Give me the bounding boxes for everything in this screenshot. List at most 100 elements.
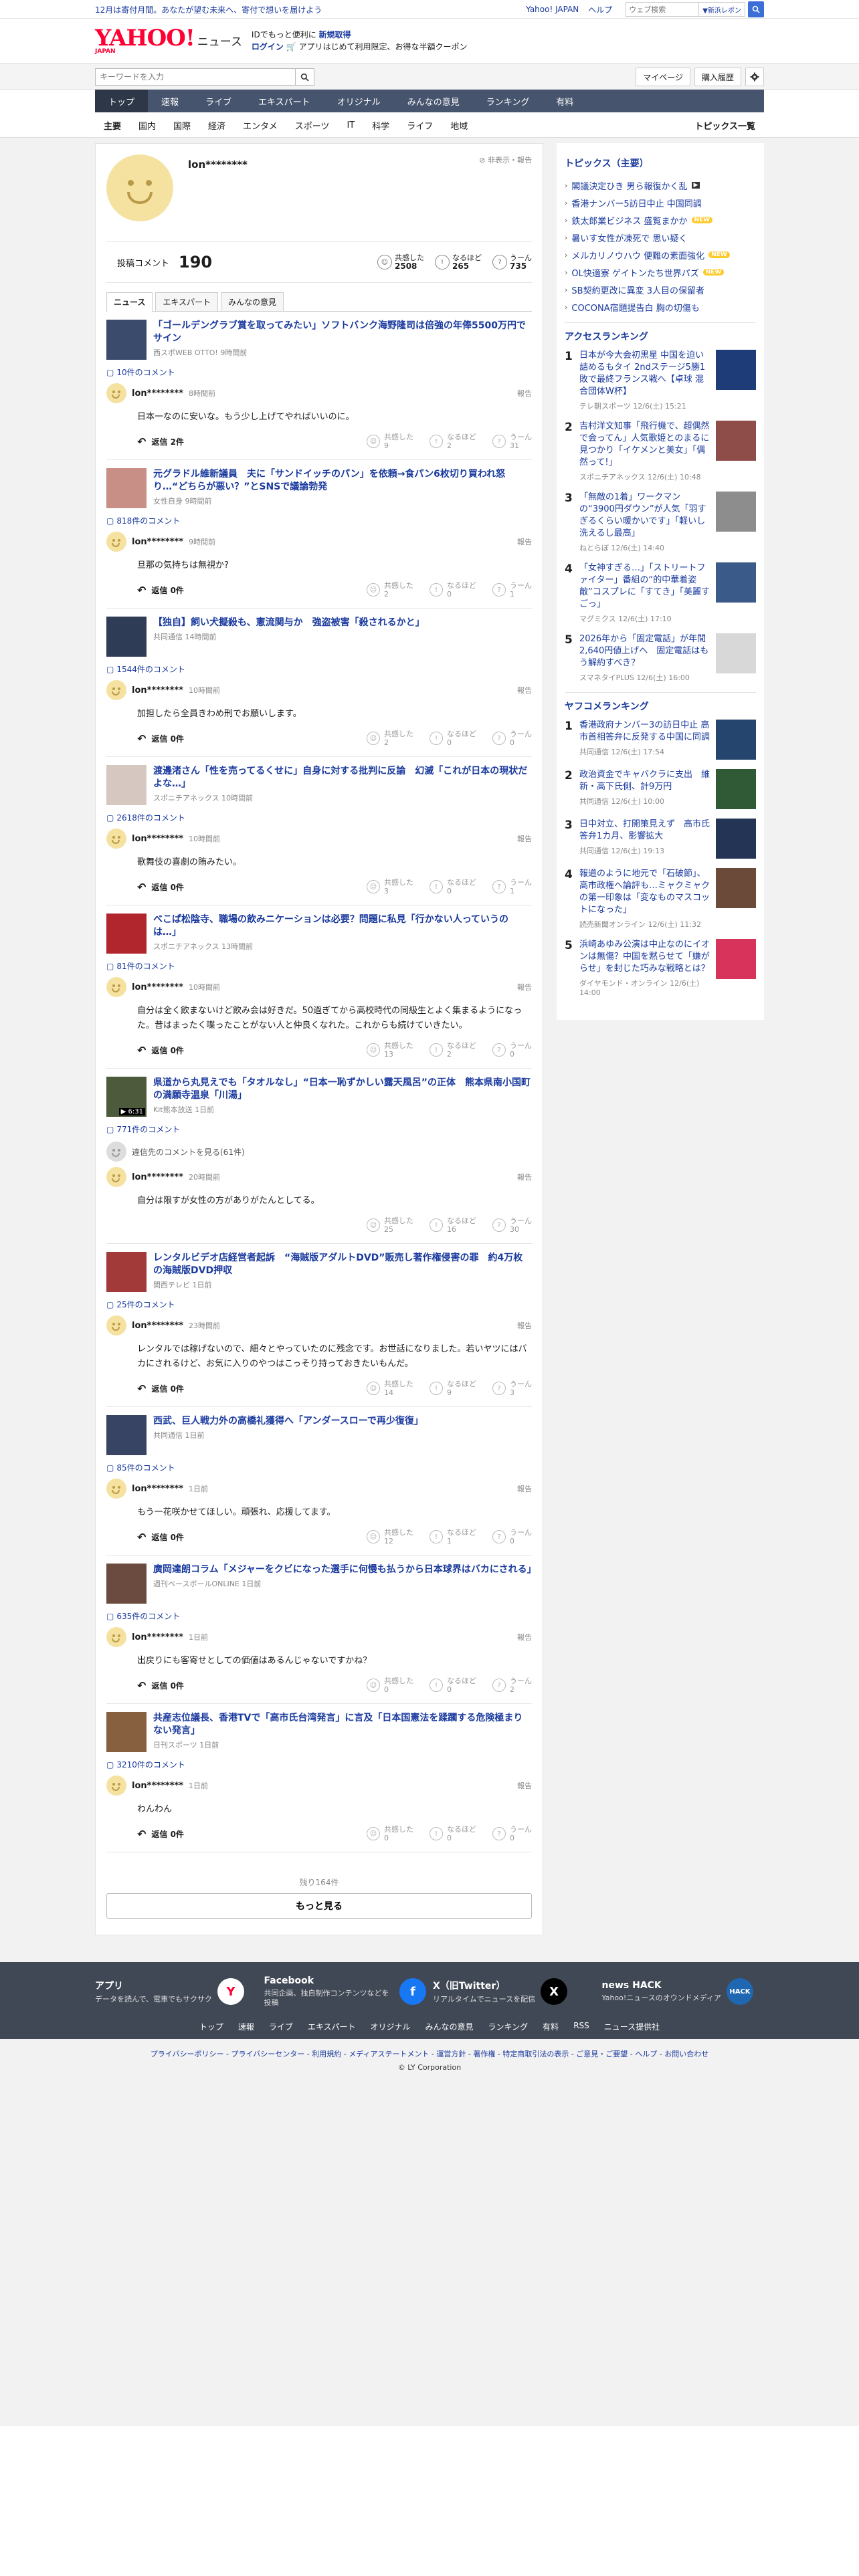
- report-link[interactable]: 報告: [517, 536, 532, 547]
- ranking-item[interactable]: 5 浜崎あゆみ公演は中止なのにイオンは無傷？中国を黙らせて「嫌がらせ」を封じた巧み…: [565, 939, 756, 997]
- login-link[interactable]: ログイン: [252, 42, 284, 51]
- ranking-item[interactable]: 1 日本が今大会初黒星 中国を迫い詰めるもタイ 2ndステージ5勝1敗で最終フラン…: [565, 350, 756, 411]
- naruhodo-button[interactable]: ! なるほど 0: [430, 581, 476, 599]
- uun-button[interactable]: ? うーん 1: [492, 581, 532, 599]
- article-thumbnail[interactable]: ▶ 6:31: [106, 1077, 147, 1117]
- uun-button[interactable]: ? うーん 0: [492, 1528, 532, 1545]
- signup-link[interactable]: 新規取得: [319, 30, 351, 39]
- footer-app-link[interactable]: Facebook 共同企画、独自制作コンテンツなどを投稿 f: [264, 1975, 426, 2008]
- yahoo-news-logo[interactable]: YAHOO! JAPAN ニュース: [95, 27, 242, 55]
- naruhodo-button[interactable]: ! なるほど 2: [430, 1041, 476, 1059]
- naruhodo-button[interactable]: ! なるほど 16: [430, 1216, 476, 1234]
- footer-nav-link[interactable]: オリジナル: [371, 2021, 411, 2032]
- article-thumbnail[interactable]: [106, 914, 147, 954]
- hidden-comments-row[interactable]: 違信先のコメントを見る(61件): [106, 1142, 532, 1162]
- report-link[interactable]: 報告: [517, 833, 532, 844]
- comments-count-link[interactable]: ▢ 25件のコメント: [106, 1299, 532, 1310]
- topic-item[interactable]: › 暑いす女性が凍死で 思い疑く: [565, 229, 756, 246]
- naruhodo-button[interactable]: ! なるほど 9: [430, 1380, 476, 1397]
- nav-paid[interactable]: 有料: [543, 90, 587, 112]
- keyword-input[interactable]: [95, 68, 296, 86]
- nav-expert[interactable]: エキスパート: [245, 90, 324, 112]
- category-sports[interactable]: スポーツ: [286, 119, 339, 132]
- category-life[interactable]: ライフ: [398, 119, 442, 132]
- reply-button[interactable]: ↶ 返信 0件: [137, 1679, 184, 1692]
- footer-nav-link[interactable]: 有料: [543, 2021, 559, 2032]
- article-title-link[interactable]: 渡邊渚さん「性を売ってるくせに」自身に対する批判に反論 幻滅「これが日本の現状だ…: [153, 766, 527, 789]
- reply-button[interactable]: ↶ 返信 0件: [137, 1382, 184, 1395]
- nav-original[interactable]: オリジナル: [324, 90, 394, 112]
- naruhodo-button[interactable]: ! なるほど 0: [430, 730, 476, 747]
- article-title-link[interactable]: 【独自】飼い犬擬殺も、憲流関与か 強盗被害「殺されるかと」: [153, 617, 425, 628]
- comments-count-link[interactable]: ▢ 635件のコメント: [106, 1610, 532, 1622]
- ranking-item[interactable]: 5 2026年から「固定電話」が年間2,640円値上げへ 固定電話はもう解約すべき…: [565, 633, 756, 683]
- article-thumbnail[interactable]: [106, 1564, 147, 1604]
- web-search-input[interactable]: [626, 2, 700, 17]
- article-thumbnail[interactable]: [106, 1712, 147, 1752]
- load-more-button[interactable]: もっと見る: [106, 1893, 532, 1919]
- footer-nav-link[interactable]: ランキング: [488, 2021, 529, 2032]
- uun-button[interactable]: ? うーん 0: [492, 730, 532, 747]
- topics-list-link[interactable]: トピックス一覧: [686, 119, 764, 132]
- article-title-link[interactable]: 「ゴールデングラブ賞を取ってみたい」ソフトバンク海野隆司は倍強の年俸5500万円…: [153, 320, 526, 344]
- topic-item[interactable]: › COCONA宿題提告白 胸の切傷も: [565, 298, 756, 316]
- uun-button[interactable]: ? うーん 3: [492, 1380, 532, 1397]
- article-title-link[interactable]: 西武、巨人戦力外の高橋礼獲得へ「アンダースローで再少復復」: [153, 1416, 423, 1426]
- empathy-button[interactable]: ☺ 共感した 0: [367, 1825, 413, 1842]
- category-economy[interactable]: 経済: [199, 119, 234, 132]
- comments-count-link[interactable]: ▢ 1544件のコメント: [106, 663, 532, 675]
- category-domestic[interactable]: 国内: [130, 119, 165, 132]
- comments-count-link[interactable]: ▢ 771件のコメント: [106, 1123, 532, 1135]
- uun-button[interactable]: ? うーん 1: [492, 878, 532, 895]
- topic-item[interactable]: › 閣議決定ひき 男ら報復かく乱 ▶: [565, 177, 756, 194]
- article-title-link[interactable]: 県道から丸見えでも「タオルなし」“日本一恥ずかしい露天風呂”の正体 熊本県南小国…: [153, 1077, 531, 1101]
- footer-nav-link[interactable]: RSS: [573, 2021, 589, 2032]
- yahoo-japan-link[interactable]: Yahoo! JAPAN: [526, 5, 579, 14]
- empathy-button[interactable]: ☺ 共感した 14: [367, 1380, 413, 1397]
- report-link[interactable]: 報告: [517, 982, 532, 992]
- category-it[interactable]: IT: [338, 120, 363, 130]
- report-link[interactable]: 報告: [517, 1483, 532, 1494]
- footer-nav-link[interactable]: ライブ: [269, 2021, 293, 2032]
- report-link[interactable]: 報告: [517, 1320, 532, 1331]
- article-title-link[interactable]: 元グラドル維新議員 夫に「サンドイッチのパン」を依頼→食パン6枚切り買われ怒り……: [153, 469, 505, 492]
- topic-item[interactable]: › OL快適寮 ゲイトンたち世界パズ NEW: [565, 263, 756, 281]
- empathy-button[interactable]: ☺ 共感した 12: [367, 1528, 413, 1545]
- ranking-item[interactable]: 2 政治資金でキャバクラに支出 維新・高下氏側、計9万円 共同通信 12/6(土) …: [565, 769, 756, 809]
- ranking-item[interactable]: 3 日中対立、打開策見えず 高市氏答弁1カ月、影響拡大 共同通信 12/6(土) 1…: [565, 819, 756, 859]
- footer-nav-link[interactable]: エキスパート: [308, 2021, 356, 2032]
- uun-button[interactable]: ? うーん 2: [492, 1677, 532, 1694]
- uun-button[interactable]: ? うーん 30: [492, 1216, 532, 1234]
- purchase-history-button[interactable]: 購入履歴: [694, 68, 741, 86]
- article-title-link[interactable]: 共産志位議長、香港TVで「高市氏台湾発言」に言及「日本国憲法を蹂躙する危険極まり…: [153, 1713, 522, 1736]
- footer-nav-link[interactable]: ニュース提供社: [604, 2021, 660, 2032]
- ranking-item[interactable]: 4 「女神すぎる…」「ストリートファイター」番組の“的中華着姿敵”コスプレに「すて…: [565, 562, 756, 624]
- settings-button[interactable]: [745, 68, 764, 86]
- comments-count-link[interactable]: ▢ 3210件のコメント: [106, 1759, 532, 1770]
- footer-nav-link[interactable]: トップ: [199, 2021, 223, 2032]
- reply-button[interactable]: ↶ 返信 0件: [137, 1044, 184, 1057]
- uun-button[interactable]: ? うーん 0: [492, 1041, 532, 1059]
- promo-donation-link[interactable]: 12月は寄付月間。あなたが望む未来へ、寄付で想いを届けよう: [95, 4, 526, 15]
- nav-breaking[interactable]: 速報: [148, 90, 192, 112]
- app-coupon-link[interactable]: 🛒 アプリはじめて利用限定、お得な半額クーポン: [286, 42, 468, 51]
- topic-item[interactable]: › SB契約更改に異変 3人目の保留者: [565, 281, 756, 298]
- ranking-item[interactable]: 4 報道のように地元で「石破節」、高市政権へ論評も…ミャクミャクの第一印象は「変な…: [565, 868, 756, 930]
- category-main[interactable]: 主要: [95, 119, 130, 132]
- web-search-button[interactable]: [748, 1, 764, 17]
- reply-button[interactable]: ↶ 返信 0件: [137, 1531, 184, 1543]
- tab-news[interactable]: ニュース: [106, 292, 153, 312]
- footer-app-link[interactable]: X（旧Twitter） リアルタイムでニュースを配信 X: [433, 1975, 595, 2008]
- naruhodo-button[interactable]: ! なるほど 0: [430, 1825, 476, 1842]
- category-entertainment[interactable]: エンタメ: [234, 119, 286, 132]
- reply-button[interactable]: ↶ 返信 0件: [137, 1828, 184, 1840]
- article-thumbnail[interactable]: [106, 468, 147, 508]
- naruhodo-button[interactable]: ! なるほど 1: [430, 1528, 476, 1545]
- comments-count-link[interactable]: ▢ 85件のコメント: [106, 1462, 532, 1473]
- keyword-search-button[interactable]: [296, 68, 314, 86]
- footer-app-link[interactable]: news HACK Yahoo!ニュースのオウンドメディア HACK: [602, 1975, 765, 2008]
- empathy-button[interactable]: ☺ 共感した 0: [367, 1677, 413, 1694]
- search-mode-toggle[interactable]: ▼新浜レポン: [699, 2, 745, 17]
- ranking-item[interactable]: 3 「無敵の1着」ワークマンの“3900円ダウン”が人気「羽すぎるくらい暖かいです…: [565, 492, 756, 553]
- hide-report-link[interactable]: ⊘ 非表示・報告: [479, 154, 532, 165]
